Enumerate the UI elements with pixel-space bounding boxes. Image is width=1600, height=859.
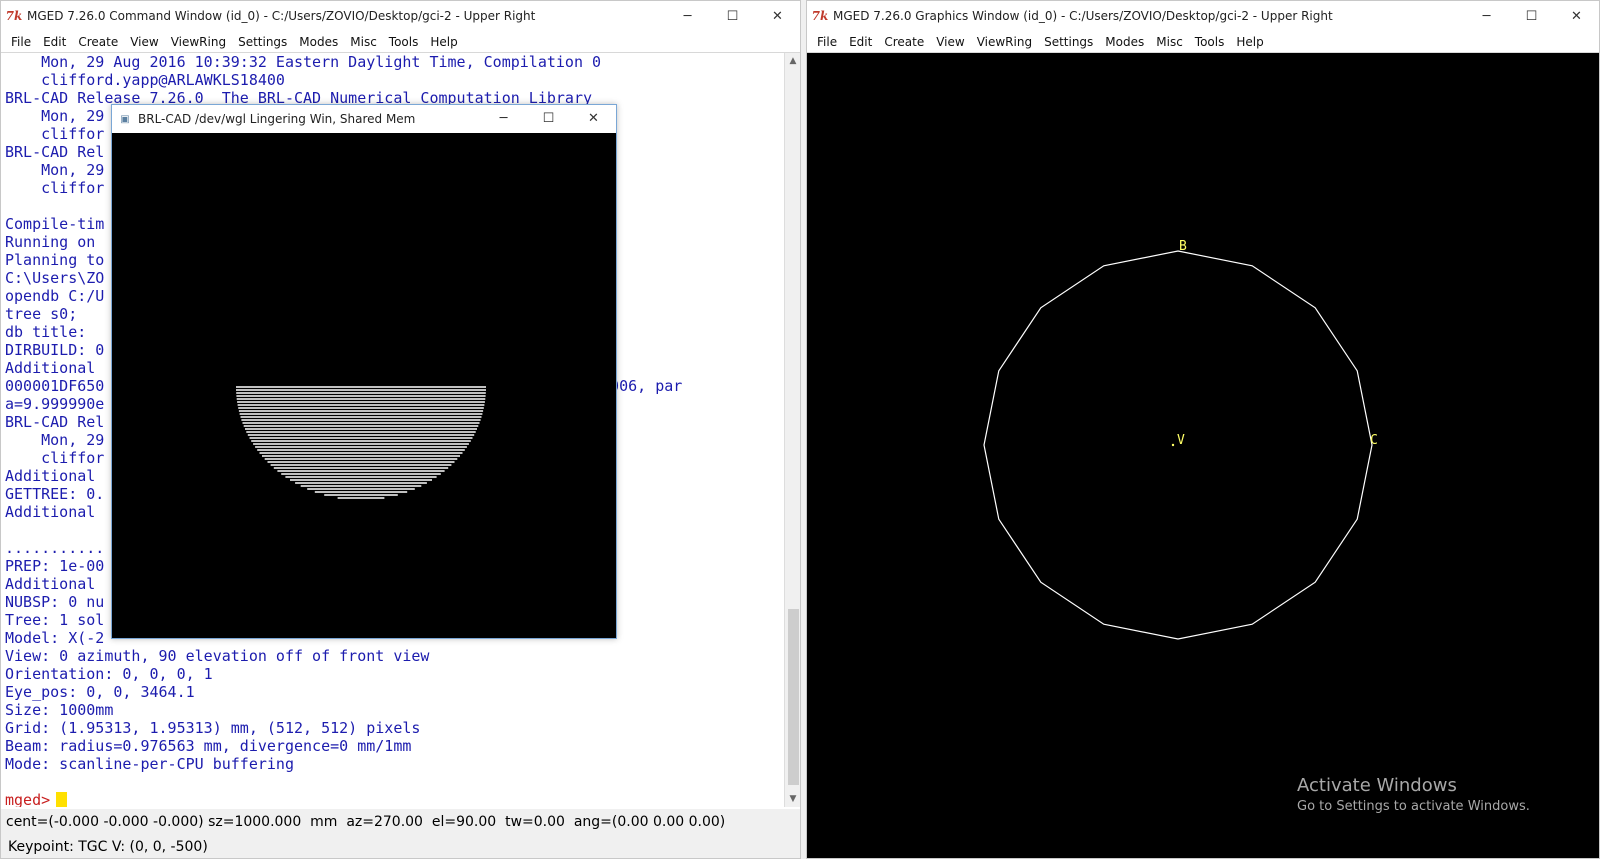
menu-file[interactable]: File	[811, 35, 843, 49]
framebuffer-window: ▣ BRL-CAD /dev/wgl Lingering Win, Shared…	[111, 104, 617, 639]
maximize-button[interactable]: ☐	[710, 1, 755, 31]
menu-create[interactable]: Create	[72, 35, 124, 49]
console-line: Eye_pos: 0, 0, 3464.1	[5, 683, 195, 701]
command-window-title: MGED 7.26.0 Command Window (id_0) - C:/U…	[27, 9, 536, 23]
console-scrollbar[interactable]: ▲ ▼	[784, 53, 800, 807]
console-line: Mode: scanline-per-CPU buffering	[5, 755, 294, 773]
menu-modes[interactable]: Modes	[293, 35, 344, 49]
view-status-line: cent=(-0.000 -0.000 -0.000) sz=1000.000 …	[1, 809, 800, 835]
menu-view[interactable]: View	[124, 35, 164, 49]
menu-misc[interactable]: Misc	[1150, 35, 1189, 49]
maximize-button[interactable]: ☐	[1509, 1, 1554, 31]
scroll-down-arrow-icon[interactable]: ▼	[785, 791, 800, 807]
framebuffer-window-title: BRL-CAD /dev/wgl Lingering Win, Shared M…	[138, 112, 416, 126]
close-button[interactable]: ✕	[1554, 1, 1599, 31]
vertex-point-v	[1171, 443, 1175, 447]
tk-icon: 7k	[5, 9, 23, 23]
graphics-window-titlebar[interactable]: 7k MGED 7.26.0 Graphics Window (id_0) - …	[807, 1, 1599, 31]
graphics-window-menubar: File Edit Create View ViewRing Settings …	[807, 31, 1599, 53]
graphics-window-title: MGED 7.26.0 Graphics Window (id_0) - C:/…	[833, 9, 1333, 23]
menu-settings[interactable]: Settings	[232, 35, 293, 49]
scroll-up-arrow-icon[interactable]: ▲	[785, 53, 800, 69]
command-window-menubar: File Edit Create View ViewRing Settings …	[1, 31, 800, 53]
graphics-window: 7k MGED 7.26.0 Graphics Window (id_0) - …	[806, 0, 1600, 859]
menu-tools[interactable]: Tools	[383, 35, 425, 49]
close-button[interactable]: ✕	[755, 1, 800, 31]
vertex-label-c: C	[1370, 433, 1378, 448]
menu-view[interactable]: View	[930, 35, 970, 49]
console-line: clifford.yapp@ARLAWKLS18400	[5, 71, 285, 89]
vertex-label-v: V	[1177, 433, 1185, 448]
console-line: Size: 1000mm	[5, 701, 114, 719]
graphics-viewport[interactable]: B V C Activate Windows Go to Settings to…	[807, 53, 1599, 858]
framebuffer-window-titlebar[interactable]: ▣ BRL-CAD /dev/wgl Lingering Win, Shared…	[112, 105, 616, 133]
menu-modes[interactable]: Modes	[1099, 35, 1150, 49]
activate-windows-subtitle: Go to Settings to activate Windows.	[1297, 799, 1530, 814]
menu-settings[interactable]: Settings	[1038, 35, 1099, 49]
console-line: Mon, 29 Aug 2016 10:39:32 Eastern Daylig…	[5, 53, 602, 71]
console-line: Orientation: 0, 0, 0, 1	[5, 665, 213, 683]
console-line: Beam: radius=0.976563 mm, divergence=0 m…	[5, 737, 412, 755]
menu-tools[interactable]: Tools	[1189, 35, 1231, 49]
console-prompt-line[interactable]: mged>	[1, 791, 784, 807]
minimize-button[interactable]: ─	[665, 1, 710, 31]
maximize-button[interactable]: ☐	[526, 105, 571, 132]
close-button[interactable]: ✕	[571, 105, 616, 132]
menu-create[interactable]: Create	[878, 35, 930, 49]
menu-misc[interactable]: Misc	[344, 35, 383, 49]
menu-viewring[interactable]: ViewRing	[971, 35, 1038, 49]
scrollbar-thumb[interactable]	[788, 609, 799, 785]
keypoint-status-line: Keypoint: TGC V: (0, 0, -500)	[1, 835, 800, 858]
minimize-button[interactable]: ─	[1464, 1, 1509, 31]
vertex-label-b: B	[1179, 239, 1187, 254]
menu-help[interactable]: Help	[424, 35, 463, 49]
menu-file[interactable]: File	[5, 35, 37, 49]
menu-edit[interactable]: Edit	[843, 35, 878, 49]
menu-viewring[interactable]: ViewRing	[165, 35, 232, 49]
console-line: Grid: (1.95313, 1.95313) mm, (512, 512) …	[5, 719, 421, 737]
menu-edit[interactable]: Edit	[37, 35, 72, 49]
command-window-titlebar[interactable]: 7k MGED 7.26.0 Command Window (id_0) - C…	[1, 1, 800, 31]
tk-icon: 7k	[811, 9, 829, 23]
text-cursor	[56, 792, 68, 807]
wireframe-view: B V C	[983, 239, 1378, 640]
mged-prompt: mged>	[5, 791, 51, 807]
app-window-icon: ▣	[120, 113, 130, 125]
console-line: View: 0 azimuth, 90 elevation off of fro…	[5, 647, 430, 665]
activate-windows-watermark: Activate Windows Go to Settings to activ…	[1297, 775, 1530, 814]
raytrace-framebuffer	[112, 133, 616, 638]
activate-windows-title: Activate Windows	[1297, 775, 1457, 796]
minimize-button[interactable]: ─	[481, 105, 526, 132]
raytrace-image	[236, 386, 486, 499]
menu-help[interactable]: Help	[1230, 35, 1269, 49]
